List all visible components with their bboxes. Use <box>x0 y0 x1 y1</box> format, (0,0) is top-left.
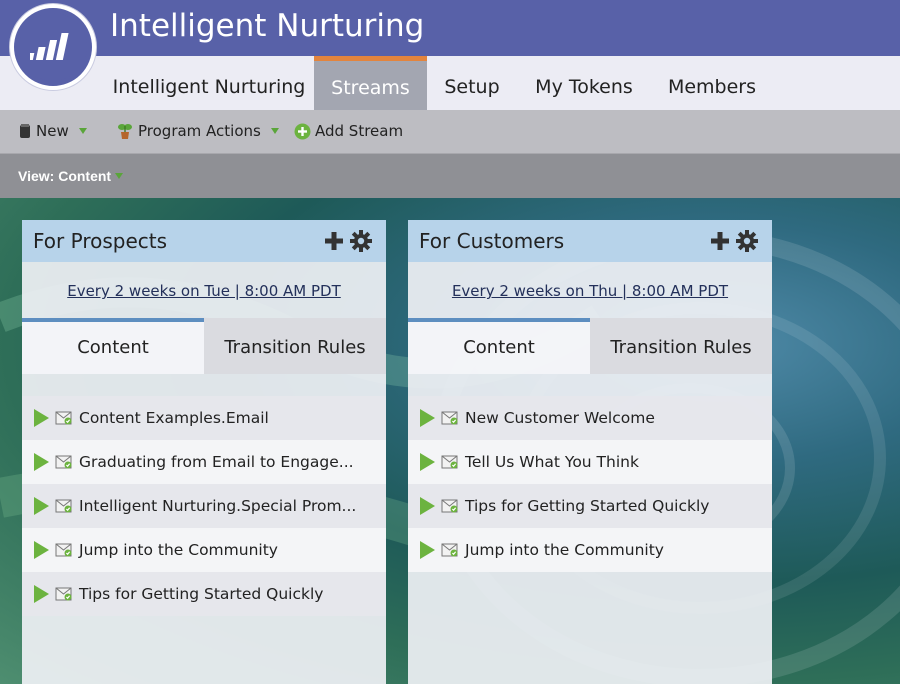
item-label: Content Examples.Email <box>79 409 269 427</box>
item-label: Jump into the Community <box>79 541 278 559</box>
plant-icon <box>118 124 132 139</box>
email-icon <box>441 455 458 469</box>
program-actions-button[interactable]: Program Actions <box>116 122 279 140</box>
email-icon <box>55 587 72 601</box>
list-item[interactable]: Graduating from Email to Engage... <box>22 440 386 484</box>
new-menu-button[interactable]: New <box>18 122 87 140</box>
list-item[interactable]: Tips for Getting Started Quickly <box>22 572 386 616</box>
stream-card-prospects: For Prospects Every 2 weeks on Tue | 8:0… <box>22 220 386 684</box>
play-icon[interactable] <box>34 541 49 559</box>
list-item[interactable]: Jump into the Community <box>408 528 772 572</box>
item-label: Graduating from Email to Engage... <box>79 453 354 471</box>
stream-title: For Customers <box>419 229 565 253</box>
add-content-icon[interactable] <box>710 231 730 251</box>
item-label: Jump into the Community <box>465 541 664 559</box>
chevron-down-icon <box>78 128 87 134</box>
tab-content[interactable]: Content <box>22 318 204 374</box>
tab-my-tokens[interactable]: My Tokens <box>526 56 642 110</box>
cadence-link[interactable]: Every 2 weeks on Thu | 8:00 AM PDT <box>408 282 772 300</box>
tab-members[interactable]: Members <box>660 56 764 110</box>
play-icon[interactable] <box>34 409 49 427</box>
tab-streams[interactable]: Streams <box>314 56 427 110</box>
list-item[interactable]: Tips for Getting Started Quickly <box>408 484 772 528</box>
list-item[interactable]: Jump into the Community <box>22 528 386 572</box>
tab-setup[interactable]: Setup <box>436 56 508 110</box>
content-list: New Customer Welcome Tell Us What You Th… <box>408 396 772 572</box>
email-icon <box>55 455 72 469</box>
play-icon[interactable] <box>420 453 435 471</box>
list-item[interactable]: Intelligent Nurturing.Special Prom... <box>22 484 386 528</box>
play-icon[interactable] <box>34 453 49 471</box>
tab-transition-rules[interactable]: Transition Rules <box>204 318 386 374</box>
list-item[interactable]: Content Examples.Email <box>22 396 386 440</box>
tab-content[interactable]: Content <box>408 318 590 374</box>
stream-card-customers: For Customers Every 2 weeks on Thu | 8:0… <box>408 220 772 684</box>
stream-card-header: For Prospects <box>22 220 386 262</box>
app-header: Intelligent Nurturing <box>0 0 900 56</box>
item-label: New Customer Welcome <box>465 409 655 427</box>
tab-intelligent-nurturing[interactable]: Intelligent Nurturing <box>112 56 306 110</box>
new-label: New <box>36 122 69 140</box>
view-label: View: Content <box>18 168 112 184</box>
play-icon[interactable] <box>34 585 49 603</box>
view-bar: View: Content <box>0 154 900 198</box>
email-icon <box>55 411 72 425</box>
play-icon[interactable] <box>34 497 49 515</box>
list-item[interactable]: New Customer Welcome <box>408 396 772 440</box>
tab-transition-rules[interactable]: Transition Rules <box>590 318 772 374</box>
stream-title: For Prospects <box>33 229 168 253</box>
play-icon[interactable] <box>420 409 435 427</box>
item-label: Intelligent Nurturing.Special Prom... <box>79 497 357 515</box>
new-icon <box>20 124 30 138</box>
email-icon <box>441 411 458 425</box>
view-selector[interactable]: View: Content <box>18 168 124 184</box>
chevron-down-icon <box>115 173 124 179</box>
item-label: Tips for Getting Started Quickly <box>79 585 324 603</box>
marketo-logo-icon[interactable] <box>10 4 96 90</box>
list-item[interactable]: Tell Us What You Think <box>408 440 772 484</box>
item-label: Tell Us What You Think <box>465 453 639 471</box>
program-actions-label: Program Actions <box>138 122 261 140</box>
add-content-icon[interactable] <box>324 231 344 251</box>
email-icon <box>441 499 458 513</box>
add-stream-label: Add Stream <box>315 122 404 140</box>
email-icon <box>55 543 72 557</box>
item-label: Tips for Getting Started Quickly <box>465 497 710 515</box>
add-circle-icon <box>294 123 311 139</box>
cadence-link[interactable]: Every 2 weeks on Tue | 8:00 AM PDT <box>22 282 386 300</box>
email-icon <box>55 499 72 513</box>
gear-icon[interactable] <box>736 230 758 252</box>
play-icon[interactable] <box>420 497 435 515</box>
content-list: Content Examples.Email Graduating from E… <box>22 396 386 616</box>
add-stream-button[interactable]: Add Stream <box>294 122 403 140</box>
play-icon[interactable] <box>420 541 435 559</box>
stream-card-header: For Customers <box>408 220 772 262</box>
email-icon <box>441 543 458 557</box>
gear-icon[interactable] <box>350 230 372 252</box>
toolbar: New Program Actions Add Stream <box>0 110 900 154</box>
app-title: Intelligent Nurturing <box>110 8 425 44</box>
main-tabs: Intelligent Nurturing Streams Setup My T… <box>0 56 900 110</box>
chevron-down-icon <box>270 128 279 134</box>
